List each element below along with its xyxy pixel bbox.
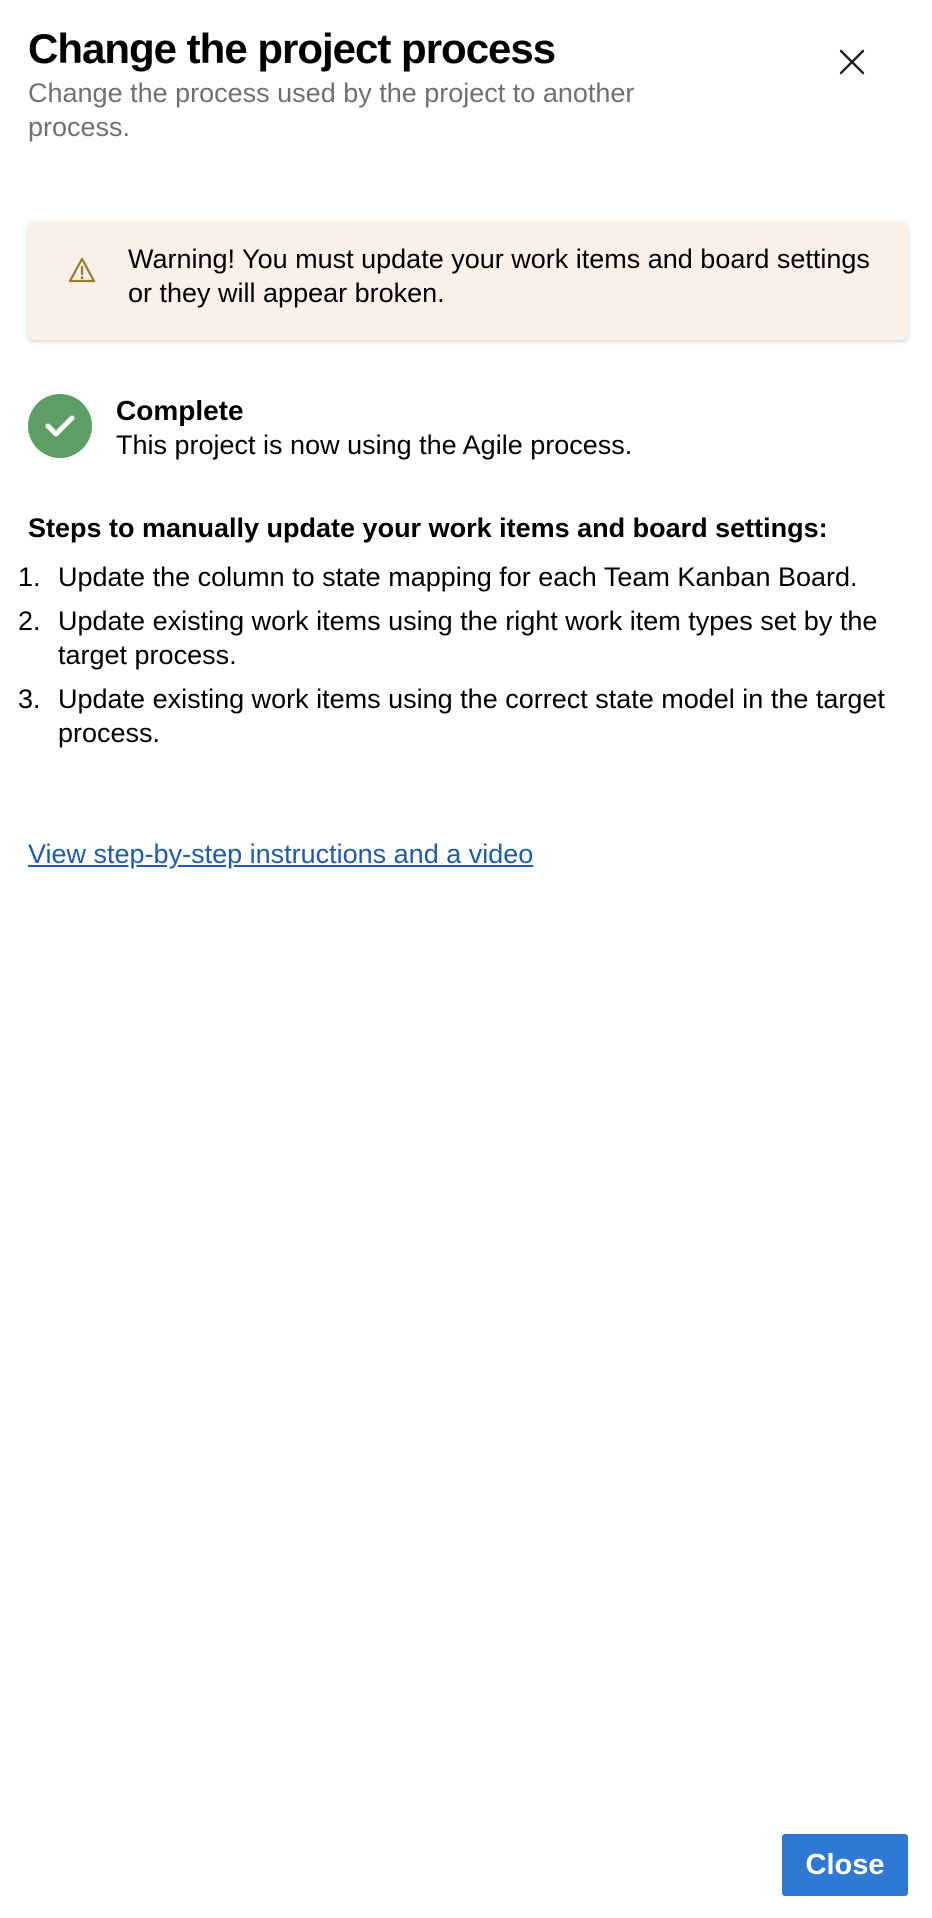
warning-banner: Warning! You must update your work items… bbox=[28, 222, 908, 340]
step-item: 1. Update the column to state mapping fo… bbox=[18, 560, 908, 594]
status-title: Complete bbox=[116, 395, 244, 426]
instructions-link[interactable]: View step-by-step instructions and a vid… bbox=[28, 836, 533, 872]
dialog-subtitle: Change the process used by the project t… bbox=[28, 78, 635, 142]
warning-icon bbox=[68, 257, 96, 283]
dialog-title: Change the project process bbox=[28, 25, 556, 72]
steps-heading: Steps to manually update your work items… bbox=[28, 513, 828, 543]
step-item: 3. Update existing work items using the … bbox=[18, 682, 908, 750]
status-badge bbox=[28, 394, 92, 458]
step-number: 3. bbox=[18, 684, 41, 714]
close-button[interactable]: Close bbox=[782, 1834, 908, 1896]
step-number: 2. bbox=[18, 606, 41, 636]
change-process-panel: Change the project process Change the pr… bbox=[0, 0, 932, 1918]
step-text: Update the column to state mapping for e… bbox=[58, 562, 858, 592]
close-dialog-button[interactable] bbox=[828, 38, 876, 86]
step-number: 1. bbox=[18, 562, 41, 592]
step-text: Update existing work items using the cor… bbox=[58, 684, 885, 748]
dialog-header: Change the project process Change the pr… bbox=[28, 22, 728, 144]
close-icon[interactable] bbox=[839, 49, 865, 75]
step-text: Update existing work items using the rig… bbox=[58, 606, 878, 670]
status-description: This project is now using the Agile proc… bbox=[116, 430, 633, 460]
warning-text: Warning! You must update your work items… bbox=[128, 244, 870, 308]
step-item: 2. Update existing work items using the … bbox=[18, 604, 908, 672]
checkmark-icon bbox=[45, 415, 75, 437]
status-section: Complete This project is now using the A… bbox=[28, 394, 908, 464]
steps-list: 1. Update the column to state mapping fo… bbox=[18, 560, 908, 760]
